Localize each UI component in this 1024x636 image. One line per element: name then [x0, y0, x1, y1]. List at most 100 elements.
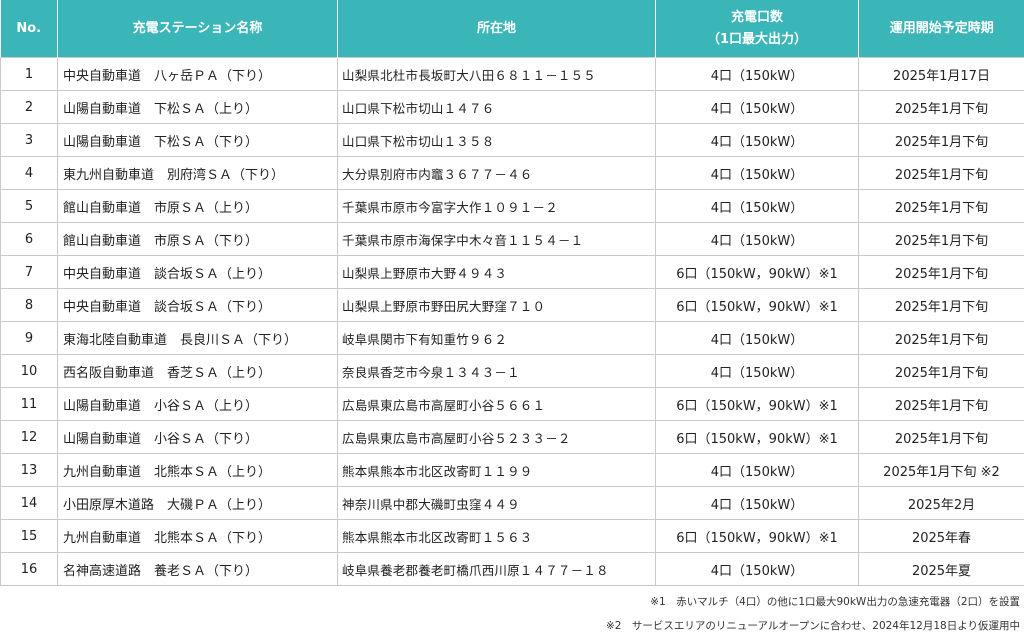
cell-no: 12: [0, 420, 58, 454]
table-row: 7 中央自動車道 談合坂ＳＡ（上り） 山梨県上野原市大野４９４３ 6口（150k…: [0, 255, 1024, 289]
table-row: 5 館山自動車道 市原ＳＡ（上り） 千葉県市原市今富字大作１０９１－２ 4口（1…: [0, 189, 1024, 223]
cell-station-name: 東九州自動車道 別府湾ＳＡ（下り）: [57, 156, 338, 190]
table-row: 1 中央自動車道 八ヶ岳ＰＡ（下り） 山梨県北杜市長坂町大八田６８１１－１５５ …: [0, 57, 1024, 91]
table-row: 13 九州自動車道 北熊本ＳＡ（上り） 熊本県熊本市北区改寄町１１９９ 4口（1…: [0, 453, 1024, 487]
cell-no: 15: [0, 519, 58, 553]
cell-capacity: 4口（150kW）: [655, 321, 859, 355]
table-row: 11 山陽自動車道 小谷ＳＡ（上り） 広島県東広島市高屋町小谷５６６１ 6口（1…: [0, 387, 1024, 421]
cell-station-name: 九州自動車道 北熊本ＳＡ（下り）: [57, 519, 338, 553]
table-body: 1 中央自動車道 八ヶ岳ＰＡ（下り） 山梨県北杜市長坂町大八田６８１１－１５５ …: [0, 57, 1024, 586]
cell-station-name: 東海北陸自動車道 長良川ＳＡ（下り）: [57, 321, 338, 355]
cell-no: 16: [0, 552, 58, 586]
table-row: 9 東海北陸自動車道 長良川ＳＡ（下り） 岐阜県関市下有知重竹９６２ 4口（15…: [0, 321, 1024, 355]
cell-capacity: 4口（150kW）: [655, 156, 859, 190]
cell-address: 広島県東広島市高屋町小谷５６６１: [337, 387, 656, 421]
cell-start-date: 2025年1月下旬: [858, 321, 1024, 355]
cell-start-date: 2025年1月下旬: [858, 255, 1024, 289]
cell-address: 千葉県市原市今富字大作１０９１－２: [337, 189, 656, 223]
table-row: 14 小田原厚木道路 大磯ＰＡ（上り） 神奈川県中郡大磯町虫窪４４９ 4口（15…: [0, 486, 1024, 520]
cell-address: 山口県下松市切山１３５８: [337, 123, 656, 157]
cell-capacity: 4口（150kW）: [655, 123, 859, 157]
cell-station-name: 館山自動車道 市原ＳＡ（上り）: [57, 189, 338, 223]
cell-start-date: 2025年1月下旬 ※2: [858, 453, 1024, 487]
header-no: No.: [0, 0, 58, 58]
table-row: 8 中央自動車道 談合坂ＳＡ（下り） 山梨県上野原市野田尻大野窪７１０ 6口（1…: [0, 288, 1024, 322]
cell-no: 7: [0, 255, 58, 289]
cell-start-date: 2025年1月下旬: [858, 222, 1024, 256]
cell-start-date: 2025年春: [858, 519, 1024, 553]
cell-no: 9: [0, 321, 58, 355]
cell-address: 岐阜県養老郡養老町橋爪西川原１４７７－１８: [337, 552, 656, 586]
cell-no: 14: [0, 486, 58, 520]
header-capacity-line1: 充電口数: [730, 9, 783, 25]
cell-capacity: 4口（150kW）: [655, 552, 859, 586]
cell-capacity: 6口（150kW，90kW）※1: [655, 255, 859, 289]
cell-station-name: 館山自動車道 市原ＳＡ（下り）: [57, 222, 338, 256]
cell-capacity: 4口（150kW）: [655, 453, 859, 487]
cell-no: 6: [0, 222, 58, 256]
cell-station-name: 中央自動車道 八ヶ岳ＰＡ（下り）: [57, 57, 338, 91]
cell-start-date: 2025年夏: [858, 552, 1024, 586]
cell-station-name: 九州自動車道 北熊本ＳＡ（上り）: [57, 453, 338, 487]
cell-no: 3: [0, 123, 58, 157]
table-row: 15 九州自動車道 北熊本ＳＡ（下り） 熊本県熊本市北区改寄町１５６３ 6口（1…: [0, 519, 1024, 553]
cell-no: 11: [0, 387, 58, 421]
cell-capacity: 6口（150kW，90kW）※1: [655, 387, 859, 421]
footnote-2: ※2 サービスエリアのリニューアルオープンに合わせ、2024年12月18日より仮…: [605, 620, 1020, 632]
header-station-name: 充電ステーション名称: [57, 0, 338, 58]
cell-no: 10: [0, 354, 58, 388]
table-header: No. 充電ステーション名称 所在地 充電口数 （1口最大出力） 運用開始予定時…: [0, 0, 1024, 58]
table-row: 10 西名阪自動車道 香芝ＳＡ（上り） 奈良県香芝市今泉１３４３－１ 4口（15…: [0, 354, 1024, 388]
header-row: No. 充電ステーション名称 所在地 充電口数 （1口最大出力） 運用開始予定時…: [0, 0, 1024, 58]
table-row: 6 館山自動車道 市原ＳＡ（下り） 千葉県市原市海保字中木々音１１５４－１ 4口…: [0, 222, 1024, 256]
cell-start-date: 2025年1月下旬: [858, 189, 1024, 223]
footnote-1: ※1 赤いマルチ（4口）の他に1口最大90kW出力の急速充電器（2口）を設置: [650, 596, 1020, 608]
cell-no: 1: [0, 57, 58, 91]
cell-address: 山梨県上野原市野田尻大野窪７１０: [337, 288, 656, 322]
cell-address: 山梨県北杜市長坂町大八田６８１１－１５５: [337, 57, 656, 91]
cell-address: 神奈川県中郡大磯町虫窪４４９: [337, 486, 656, 520]
table-row: 16 名神高速道路 養老ＳＡ（下り） 岐阜県養老郡養老町橋爪西川原１４７７－１８…: [0, 552, 1024, 586]
cell-start-date: 2025年2月: [858, 486, 1024, 520]
cell-address: 山口県下松市切山１４７６: [337, 90, 656, 124]
cell-station-name: 名神高速道路 養老ＳＡ（下り）: [57, 552, 338, 586]
cell-address: 熊本県熊本市北区改寄町１５６３: [337, 519, 656, 553]
cell-start-date: 2025年1月17日: [858, 57, 1024, 91]
cell-start-date: 2025年1月下旬: [858, 354, 1024, 388]
cell-address: 大分県別府市内竈３６７７－４６: [337, 156, 656, 190]
cell-start-date: 2025年1月下旬: [858, 90, 1024, 124]
cell-address: 奈良県香芝市今泉１３４３－１: [337, 354, 656, 388]
cell-address: 岐阜県関市下有知重竹９６２: [337, 321, 656, 355]
cell-address: 山梨県上野原市大野４９４３: [337, 255, 656, 289]
table-row: 3 山陽自動車道 下松ＳＡ（下り） 山口県下松市切山１３５８ 4口（150kW）…: [0, 123, 1024, 157]
cell-station-name: 小田原厚木道路 大磯ＰＡ（上り）: [57, 486, 338, 520]
cell-station-name: 山陽自動車道 小谷ＳＡ（下り）: [57, 420, 338, 454]
cell-start-date: 2025年1月下旬: [858, 156, 1024, 190]
cell-capacity: 6口（150kW，90kW）※1: [655, 420, 859, 454]
cell-capacity: 4口（150kW）: [655, 222, 859, 256]
cell-station-name: 山陽自動車道 下松ＳＡ（下り）: [57, 123, 338, 157]
cell-station-name: 西名阪自動車道 香芝ＳＡ（上り）: [57, 354, 338, 388]
cell-start-date: 2025年1月下旬: [858, 288, 1024, 322]
cell-capacity: 4口（150kW）: [655, 57, 859, 91]
cell-capacity: 4口（150kW）: [655, 189, 859, 223]
cell-start-date: 2025年1月下旬: [858, 387, 1024, 421]
charging-station-table: No. 充電ステーション名称 所在地 充電口数 （1口最大出力） 運用開始予定時…: [0, 0, 1024, 586]
cell-address: 熊本県熊本市北区改寄町１１９９: [337, 453, 656, 487]
table-row: 4 東九州自動車道 別府湾ＳＡ（下り） 大分県別府市内竈３６７７－４６ 4口（1…: [0, 156, 1024, 190]
cell-station-name: 中央自動車道 談合坂ＳＡ（下り）: [57, 288, 338, 322]
cell-start-date: 2025年1月下旬: [858, 420, 1024, 454]
cell-address: 千葉県市原市海保字中木々音１１５４－１: [337, 222, 656, 256]
cell-capacity: 4口（150kW）: [655, 354, 859, 388]
table-row: 12 山陽自動車道 小谷ＳＡ（下り） 広島県東広島市高屋町小谷５２３３－２ 6口…: [0, 420, 1024, 454]
cell-no: 5: [0, 189, 58, 223]
table-row: 2 山陽自動車道 下松ＳＡ（上り） 山口県下松市切山１４７６ 4口（150kW）…: [0, 90, 1024, 124]
cell-no: 13: [0, 453, 58, 487]
cell-station-name: 山陽自動車道 下松ＳＡ（上り）: [57, 90, 338, 124]
cell-capacity: 6口（150kW，90kW）※1: [655, 288, 859, 322]
cell-capacity: 4口（150kW）: [655, 486, 859, 520]
cell-capacity: 4口（150kW）: [655, 90, 859, 124]
cell-station-name: 山陽自動車道 小谷ＳＡ（上り）: [57, 387, 338, 421]
cell-no: 8: [0, 288, 58, 322]
cell-address: 広島県東広島市高屋町小谷５２３３－２: [337, 420, 656, 454]
